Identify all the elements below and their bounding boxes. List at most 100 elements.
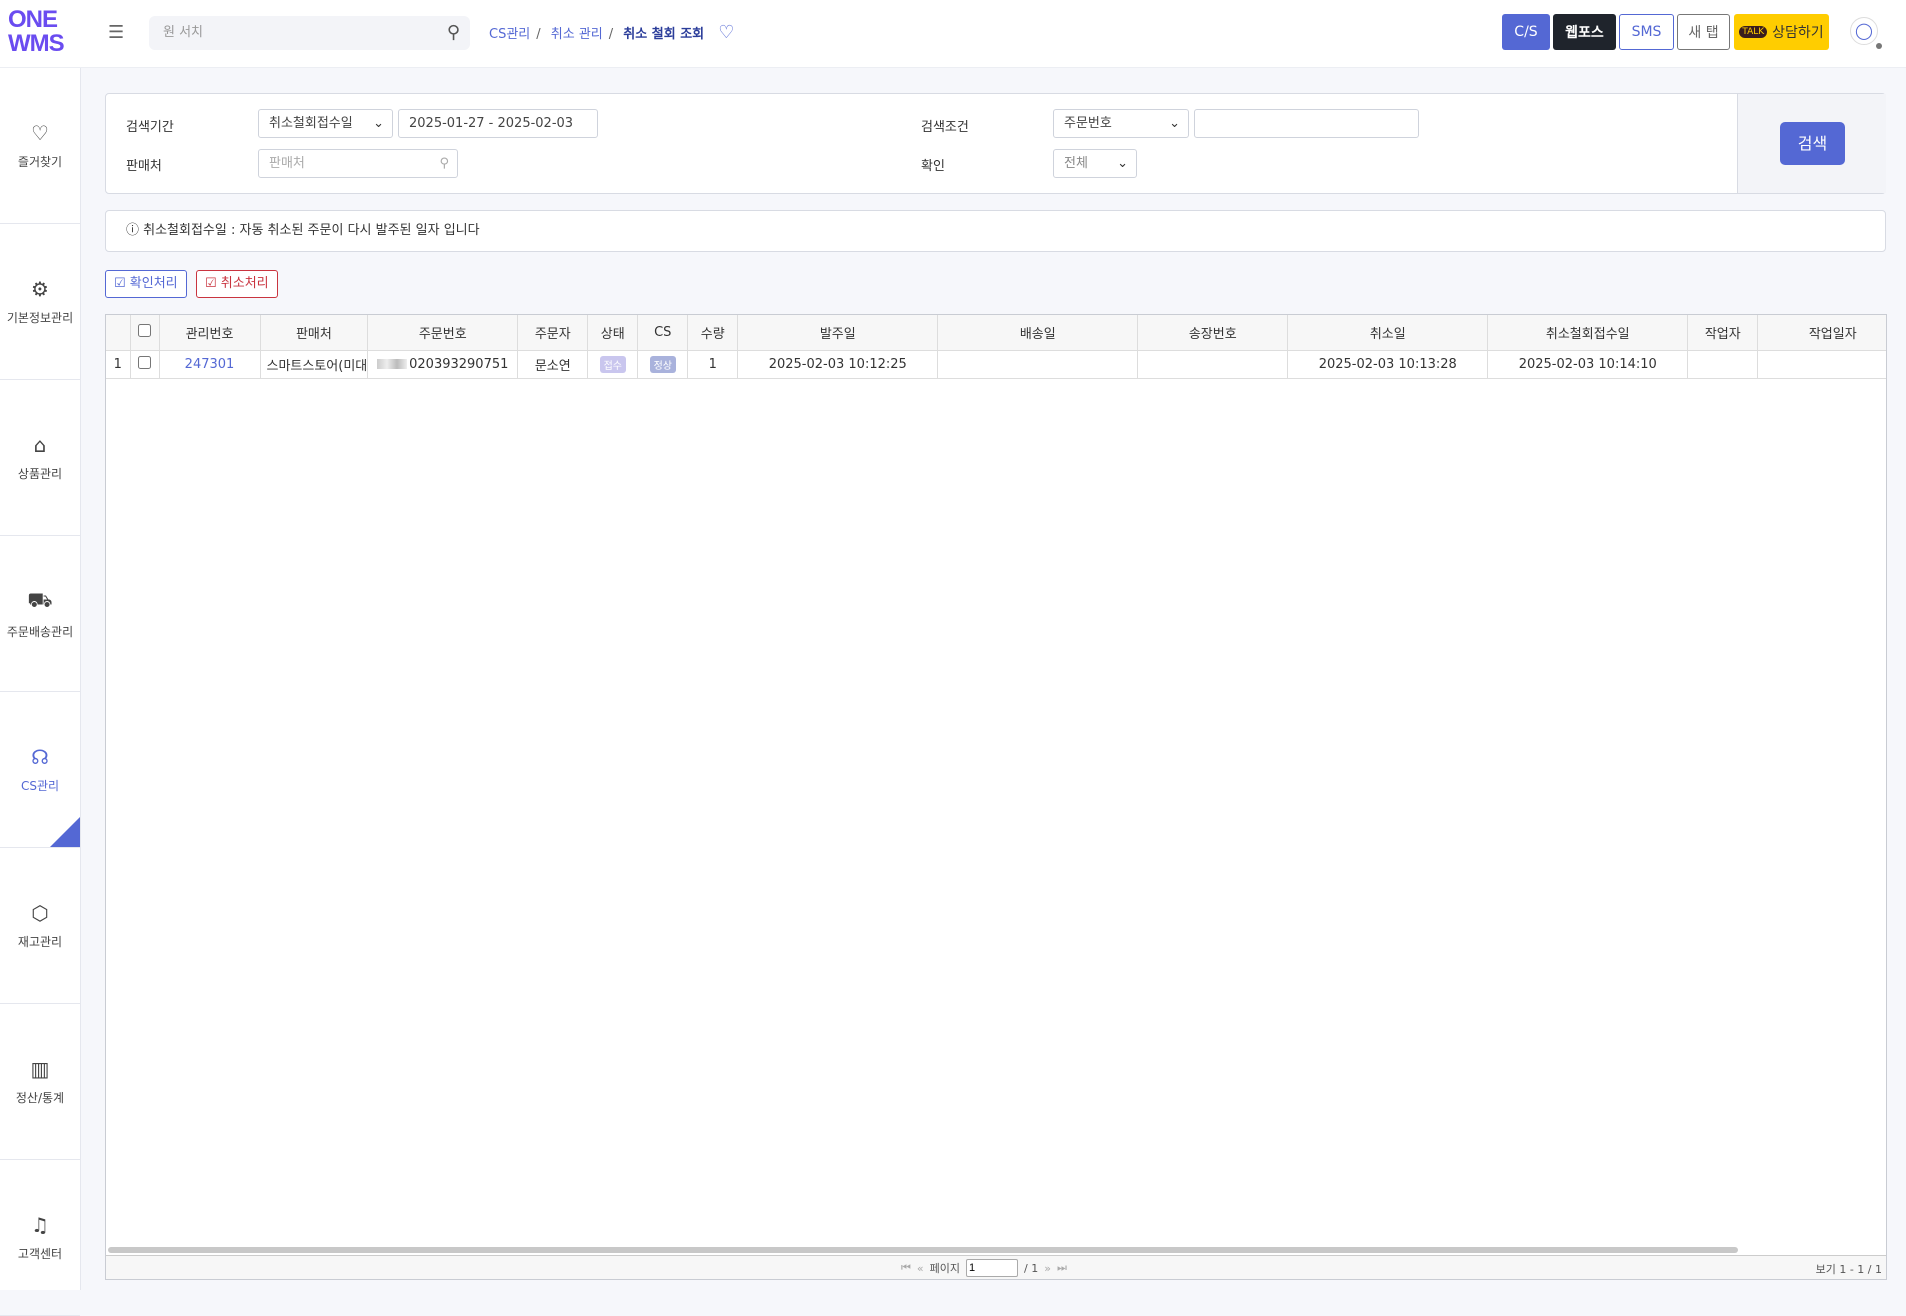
search-button[interactable]: 검색 (1780, 122, 1845, 165)
col-header[interactable]: 배송일 (937, 315, 1139, 351)
gear-icon: ⚙ (31, 277, 49, 301)
order-number-cell: 020393290751 (367, 350, 519, 379)
sidebar-item-basic-info[interactable]: ⚙ 기본정보관리 (0, 224, 80, 380)
confirm-process-button[interactable]: ☑ 확인처리 (105, 270, 187, 298)
col-select-all (130, 315, 160, 351)
page-label: 페이지 (929, 1262, 961, 1275)
sidebar-item-inventory[interactable]: ⬡ 재고관리 (0, 848, 80, 1004)
cs-cell: 정상 (637, 350, 689, 379)
chevron-down-icon: ⌄ (1169, 116, 1180, 131)
page-input[interactable] (966, 1259, 1019, 1277)
top-header: ONE WMS ☰ 원 서치 ⚲ CS관리 / 취소 관리 / 취소 철회 조회 ♡ C… (0, 0, 1906, 68)
row-select (130, 350, 160, 379)
heart-icon: ♡ (31, 121, 49, 145)
new-tab-button[interactable]: 새 탭 (1677, 14, 1730, 50)
chevron-down-icon: ⌄ (1117, 156, 1128, 171)
order-date-cell: 2025-02-03 10:12:25 (737, 350, 939, 379)
table-row[interactable]: 1 247301 스마트스토어(미대 020393290751 문소연 접수 정… (106, 350, 1886, 379)
first-page-icon[interactable]: ⏮ (901, 1261, 911, 1275)
sidebar-item-cs[interactable]: ☊ CS관리 (0, 692, 80, 848)
condition-label: 검색조건 (921, 120, 969, 135)
page-total: / 1 (1024, 1261, 1039, 1275)
col-header[interactable]: 발주일 (737, 315, 939, 351)
cancel-date-cell: 2025-02-03 10:13:28 (1287, 350, 1489, 379)
info-notice: ⓘ 취소철회접수일 : 자동 취소된 주문이 다시 발주된 일자 입니다 (105, 210, 1886, 252)
last-page-icon[interactable]: ⏭ (1057, 1261, 1067, 1275)
shop-input[interactable]: 판매처 ⚲ (258, 149, 458, 178)
col-header[interactable]: 작업자 (1687, 315, 1759, 351)
sidebar: ♡ 즐거찾기 ⚙ 기본정보관리 ⌂ 상품관리 ⛟ 주문배송관리 ☊ CS관리 ⬡ 재고관리 … (0, 68, 81, 1316)
sidebar-item-orders[interactable]: ⛟ 주문배송관리 (0, 536, 80, 692)
withdraw-date-cell: 2025-02-03 10:14:10 (1487, 350, 1689, 379)
invoice-cell (1137, 350, 1289, 379)
work-date-cell (1757, 350, 1886, 379)
confirm-select[interactable]: 전체 ⌄ (1053, 149, 1137, 178)
cancel-process-button[interactable]: ☑ 취소처리 (196, 270, 278, 298)
search-button-area: 검색 (1737, 94, 1886, 193)
search-icon: ⚲ (439, 156, 449, 171)
col-header[interactable]: 송장번호 (1137, 315, 1289, 351)
sms-button[interactable]: SMS (1619, 14, 1674, 50)
favorite-heart-icon[interactable]: ♡ (718, 22, 734, 43)
redacted-block (377, 359, 408, 369)
next-page-icon[interactable]: » (1044, 1262, 1051, 1275)
col-header[interactable]: 수량 (687, 315, 739, 351)
col-header[interactable]: 판매처 (260, 315, 369, 351)
table-header-row: 관리번호 판매처 주문번호 주문자 상태 CS 수량 발주일 배송일 송장번호 … (106, 315, 1886, 351)
condition-type-select[interactable]: 주문번호 ⌄ (1053, 109, 1189, 138)
breadcrumb-cancel[interactable]: 취소 관리 (551, 27, 603, 42)
logo[interactable]: ONE WMS (8, 8, 68, 56)
col-header[interactable]: CS (637, 315, 689, 351)
col-header[interactable]: 주문번호 (367, 315, 519, 351)
menu-icon[interactable]: ☰ (108, 22, 124, 43)
period-label: 검색기간 (126, 120, 174, 135)
bag-icon: ⌂ (33, 433, 47, 457)
shop-cell: 스마트스토어(미대 (260, 350, 369, 379)
truck-icon: ⛟ (27, 587, 53, 612)
col-header[interactable]: 취소철회접수일 (1487, 315, 1689, 351)
webpos-button[interactable]: 웹포스 (1553, 14, 1616, 50)
ship-date-cell (937, 350, 1139, 379)
col-header[interactable]: 작업일자 (1757, 315, 1886, 351)
breadcrumb-cs[interactable]: CS관리 (489, 27, 530, 42)
kakaotalk-icon: TALK (1739, 26, 1768, 38)
confirm-label: 확인 (921, 159, 945, 174)
chat-button[interactable]: TALK 상담하기 (1734, 14, 1829, 50)
sidebar-item-support[interactable]: ♫ 고객센터 (0, 1160, 80, 1316)
breadcrumb-current: 취소 철회 조회 (623, 27, 705, 42)
search-icon[interactable]: ⚲ (447, 16, 460, 50)
col-header[interactable]: 상태 (587, 315, 639, 351)
col-header[interactable]: 주문자 (517, 315, 589, 351)
col-header[interactable]: 관리번호 (159, 315, 261, 351)
chevron-down-icon: ⌄ (373, 116, 384, 131)
condition-value-input[interactable] (1194, 109, 1419, 138)
headset-icon: ☊ (31, 745, 49, 769)
pager: ⏮ « 페이지 / 1 » ⏭ 보기 1 - 1 / 1 (106, 1255, 1886, 1279)
sidebar-item-products[interactable]: ⌂ 상품관리 (0, 380, 80, 536)
col-header[interactable]: 취소일 (1287, 315, 1489, 351)
status-badge: 접수 (599, 355, 626, 373)
select-all-checkbox[interactable] (138, 323, 151, 337)
prev-page-icon[interactable]: « (917, 1262, 924, 1275)
management-number-link[interactable]: 247301 (159, 350, 261, 379)
global-search-input[interactable]: 원 서치 ⚲ (149, 16, 470, 50)
qty-cell: 1 (687, 350, 739, 379)
results-table: 관리번호 판매처 주문번호 주문자 상태 CS 수량 발주일 배송일 송장번호 … (106, 315, 1886, 379)
box-icon: ⬡ (31, 901, 49, 925)
sidebar-item-stats[interactable]: ▥ 정산/통계 (0, 1004, 80, 1160)
horizontal-scrollbar[interactable] (108, 1247, 1738, 1253)
user-avatar-icon[interactable]: ◯ (1850, 17, 1878, 45)
date-range-input[interactable]: 2025-01-27 - 2025-02-03 (398, 109, 598, 138)
sidebar-item-favorites[interactable]: ♡ 즐거찾기 (0, 68, 80, 224)
breadcrumb: CS관리 / 취소 관리 / 취소 철회 조회 ♡ (489, 22, 735, 43)
cs-badge: 정상 (649, 355, 676, 373)
worker-cell (1687, 350, 1759, 379)
period-type-select[interactable]: 취소철회접수일 ⌄ (258, 109, 393, 138)
cs-button[interactable]: C/S (1502, 14, 1550, 50)
view-range: 보기 1 - 1 / 1 (1815, 1263, 1882, 1276)
row-checkbox[interactable] (138, 355, 151, 369)
status-cell: 접수 (587, 350, 639, 379)
bell-icon: ♫ (31, 1213, 49, 1237)
buyer-cell: 문소연 (517, 350, 589, 379)
shop-label: 판매처 (126, 159, 162, 174)
